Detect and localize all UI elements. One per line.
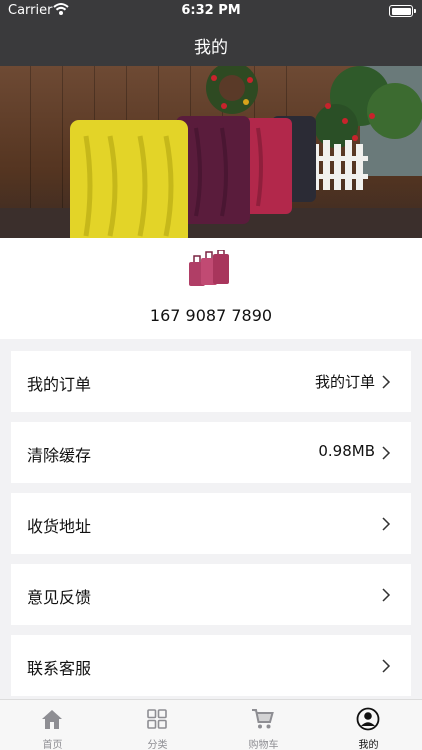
luggage-photo <box>70 66 422 238</box>
tab-label: 购物车 <box>248 740 279 750</box>
menu-item-value: 0.98MB <box>318 442 375 460</box>
chevron-right-icon <box>382 517 391 531</box>
tab-cart[interactable]: 购物车 <box>211 700 316 750</box>
status-time: 6:32 PM <box>181 3 241 18</box>
menu-item-customer-service[interactable]: 联系客服 <box>11 635 411 696</box>
phone-number: 167 9087 7890 <box>149 306 273 325</box>
home-icon <box>42 710 62 729</box>
grid-icon <box>147 709 167 729</box>
menu-item-feedback[interactable]: 意见反馈 <box>11 564 411 625</box>
chevron-right-icon <box>382 446 391 460</box>
page-title: 我的 <box>194 38 228 58</box>
chevron-right-icon <box>382 375 391 389</box>
menu-item-address[interactable]: 收货地址 <box>11 493 411 554</box>
app-header: Carrier 6:32 PM 我的 <box>0 0 422 66</box>
menu-item-label: 联系客服 <box>27 659 92 678</box>
profile-section: 167 9087 7890 <box>0 238 422 339</box>
tab-category[interactable]: 分类 <box>105 700 210 750</box>
menu-item-value: 我的订单 <box>314 373 375 391</box>
banner-image <box>0 66 422 238</box>
tab-home[interactable]: 首页 <box>0 700 105 750</box>
tab-label: 我的 <box>358 740 379 750</box>
battery-icon <box>389 5 416 17</box>
chevron-right-icon <box>382 588 391 602</box>
tab-label: 分类 <box>147 740 168 750</box>
tab-label: 首页 <box>42 740 63 750</box>
tab-profile[interactable]: 我的 <box>316 700 421 750</box>
menu-item-label: 清除缓存 <box>27 446 92 465</box>
avatar[interactable] <box>187 250 233 288</box>
menu-item-label: 意见反馈 <box>27 588 92 607</box>
tab-bar: 首页 分类 购物车 我的 <box>0 699 422 750</box>
menu-item-clear-cache[interactable]: 清除缓存 0.98MB <box>11 422 411 483</box>
menu-item-orders[interactable]: 我的订单 我的订单 <box>11 351 411 412</box>
status-bar: Carrier 6:32 PM <box>0 0 422 22</box>
user-icon <box>356 707 380 731</box>
menu-item-label: 收货地址 <box>27 517 92 536</box>
chevron-right-icon <box>382 659 391 673</box>
cart-icon <box>252 709 274 729</box>
menu-item-label: 我的订单 <box>27 375 92 394</box>
